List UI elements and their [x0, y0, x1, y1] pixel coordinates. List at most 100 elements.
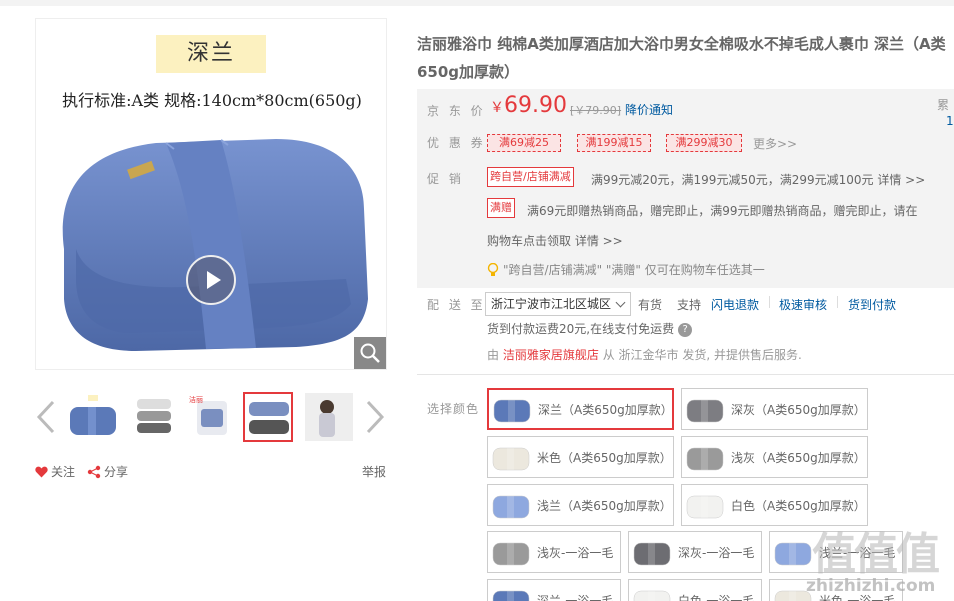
- help-question-icon[interactable]: ?: [678, 322, 693, 337]
- image-color-label: 深兰: [156, 35, 266, 73]
- color-option-label: 米色（A类650g加厚款）: [537, 450, 672, 465]
- color-option-label: 浅灰-一浴一毛: [537, 545, 614, 560]
- coupon-2[interactable]: 满199减15: [577, 134, 651, 152]
- follow-link[interactable]: 关注: [35, 463, 75, 480]
- color-option[interactable]: 米色-一浴一毛: [769, 579, 903, 601]
- promo-tag-cross-store: 跨自营/店铺满减: [487, 167, 574, 187]
- color-swatch-icon: [493, 399, 531, 423]
- store-link[interactable]: 洁丽雅家居旗舰店: [503, 348, 599, 362]
- color-option[interactable]: 米色（A类650g加厚款）: [487, 436, 674, 478]
- promo-tag-gift: 满赠: [487, 198, 515, 218]
- gallery-actions: 关注 分享: [35, 463, 128, 480]
- seller-by-prefix: 由: [487, 348, 500, 362]
- color-option-label: 深兰（A类650g加厚款）: [538, 402, 673, 417]
- main-product-image[interactable]: 深兰 执行标准:A类 规格:140cm*80cm(650g): [35, 18, 387, 370]
- color-swatch-icon: [774, 590, 812, 601]
- color-option-label: 浅灰（A类650g加厚款）: [731, 450, 866, 465]
- color-option[interactable]: 白色（A类650g加厚款）: [681, 484, 868, 526]
- color-option-label: 深兰-一浴一毛: [537, 593, 614, 601]
- price-value: 69.90: [504, 93, 567, 118]
- color-option-label: 白色（A类650g加厚款）: [731, 498, 866, 513]
- service-cod[interactable]: 货到付款: [848, 296, 896, 313]
- thumbnail-1[interactable]: [67, 392, 117, 442]
- color-swatch-icon: [492, 590, 530, 601]
- color-option[interactable]: 浅兰-一浴一毛: [769, 531, 903, 573]
- price-label: 京 东 价: [427, 104, 486, 118]
- video-play-button[interactable]: [186, 255, 236, 305]
- currency-symbol: ￥: [490, 100, 504, 116]
- color-option[interactable]: 浅兰（A类650g加厚款）: [487, 484, 674, 526]
- service-divider: [769, 296, 770, 308]
- seller-info: 由 洁丽雅家居旗舰店 从 浙江金华市 发货, 并提供售后服务.: [487, 346, 802, 363]
- promo-text-2: 满69元即赠热销商品，赠完即止，满99元即赠热销商品，赠完即止，请在: [527, 204, 918, 218]
- zoom-icon[interactable]: [354, 337, 386, 369]
- color-option-label: 白色-一浴一毛: [678, 593, 755, 601]
- cod-note: 货到付款运费20元,在线支付免运费?: [487, 320, 693, 337]
- thumb-prev-arrow-icon[interactable]: [35, 400, 57, 434]
- share-link[interactable]: 分享: [87, 463, 128, 480]
- promo-text-2-cont[interactable]: 购物车点击领取 详情 >>: [487, 232, 623, 249]
- address-selector[interactable]: 浙江宁波市江北区城区: [485, 292, 631, 316]
- promo-label: 促 销: [427, 172, 464, 186]
- share-label: 分享: [104, 465, 129, 479]
- color-option-label: 浅兰（A类650g加厚款）: [537, 498, 672, 513]
- color-option-label: 米色-一浴一毛: [819, 593, 896, 601]
- promo-text-1[interactable]: 满99元减20元，满199元减50元，满299元减100元 详情 >>: [591, 171, 925, 188]
- side-stat-value[interactable]: 1: [946, 114, 954, 128]
- color-option[interactable]: 深灰（A类650g加厚款）: [681, 388, 868, 430]
- service-lightning-refund[interactable]: 闪电退款: [711, 296, 759, 313]
- color-option[interactable]: 白色-一浴一毛: [628, 579, 762, 601]
- color-swatch-icon: [633, 590, 671, 601]
- color-option-label: 深灰（A类650g加厚款）: [731, 402, 866, 417]
- lightbulb-icon: [487, 262, 499, 276]
- stock-status: 有货: [638, 298, 663, 312]
- promo-tip: "跨自营/店铺满减" "满赠" 仅可在购物车任选其一: [487, 261, 765, 278]
- color-swatch-icon: [492, 447, 530, 471]
- share-icon: [87, 465, 101, 478]
- coupon-more-link[interactable]: 更多>>: [753, 135, 797, 152]
- support-label: 支持: [677, 298, 702, 312]
- thumbnail-4[interactable]: [243, 392, 293, 442]
- thumbnail-5[interactable]: [304, 392, 354, 442]
- delivery-label: 配 送 至: [427, 298, 486, 312]
- color-swatch-icon: [686, 495, 724, 519]
- report-link[interactable]: 举报: [362, 463, 386, 480]
- color-swatch-icon: [686, 447, 724, 471]
- service-fast-review[interactable]: 极速审核: [779, 296, 827, 313]
- coupon-1[interactable]: 满69减25: [487, 134, 561, 152]
- top-divider: [0, 0, 954, 6]
- color-option[interactable]: 深兰-一浴一毛: [487, 579, 621, 601]
- thumbnail-3[interactable]: 洁丽: [186, 392, 236, 442]
- color-option[interactable]: 深兰（A类650g加厚款）: [487, 388, 674, 430]
- price-summary-box: 京 东 价 ￥69.90 [￥79.90] 降价通知 优 惠 券 满69减25 …: [417, 89, 954, 288]
- coupon-label: 优 惠 券: [427, 136, 486, 150]
- seller-by-suffix: 从 浙江金华市 发货, 并提供售后服务.: [602, 348, 802, 362]
- thumb-next-arrow-icon[interactable]: [364, 400, 386, 434]
- color-swatch-icon: [686, 399, 724, 423]
- color-swatch-icon: [492, 495, 530, 519]
- jd-price: ￥69.90: [490, 93, 567, 118]
- color-option[interactable]: 深灰-一浴一毛: [628, 531, 762, 573]
- promo-tip-text: "跨自营/店铺满减" "满赠" 仅可在购物车任选其一: [503, 263, 765, 277]
- color-swatch-icon: [633, 542, 671, 566]
- image-spec-text: 执行标准:A类 规格:140cm*80cm(650g): [62, 91, 362, 110]
- svg-text:洁丽: 洁丽: [189, 395, 203, 404]
- follow-label: 关注: [51, 465, 76, 479]
- coupon-3[interactable]: 满299减30: [666, 134, 742, 152]
- heart-icon: [35, 466, 48, 477]
- cod-note-text: 货到付款运费20元,在线支付免运费: [487, 322, 675, 336]
- thumbnail-2[interactable]: [128, 392, 178, 442]
- price-drop-notify-link[interactable]: 降价通知: [625, 101, 673, 118]
- color-swatch-icon: [774, 542, 812, 566]
- color-option-label: 深灰-一浴一毛: [678, 545, 755, 560]
- color-swatch-icon: [492, 542, 530, 566]
- color-option-label: 浅兰-一浴一毛: [819, 545, 896, 560]
- side-stat-label: 累: [937, 98, 950, 112]
- original-price: [￥79.90]: [570, 104, 622, 117]
- product-title: 洁丽雅浴巾 纯棉A类加厚酒店加大浴巾男女全棉吸水不掉毛成人裹巾 深兰（A类650…: [417, 35, 946, 81]
- color-select-label: 选择颜色: [427, 402, 480, 416]
- color-option[interactable]: 浅灰-一浴一毛: [487, 531, 621, 573]
- section-divider: [417, 374, 954, 375]
- color-option[interactable]: 浅灰（A类650g加厚款）: [681, 436, 868, 478]
- service-divider: [837, 296, 838, 308]
